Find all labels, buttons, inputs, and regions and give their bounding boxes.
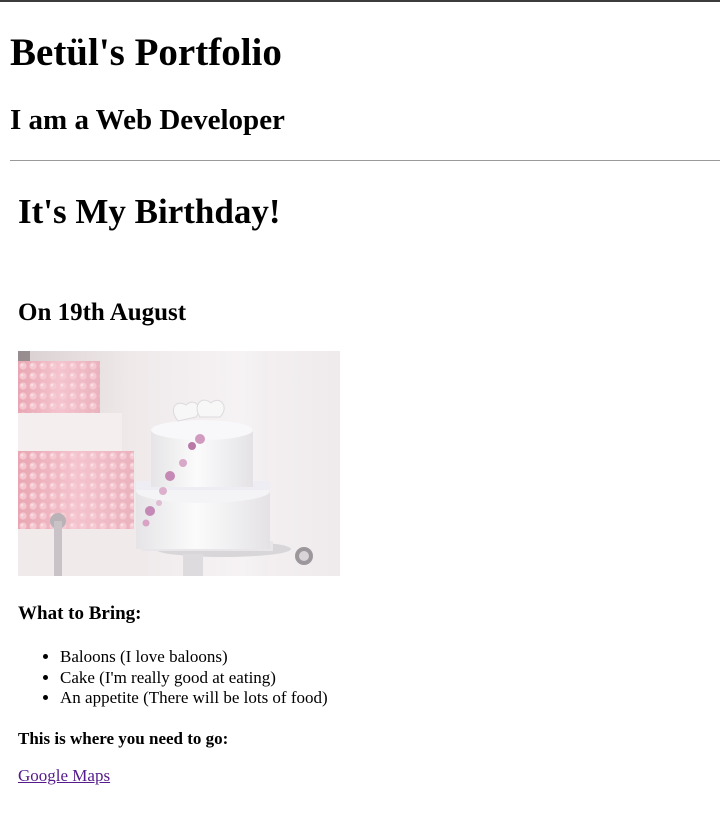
bring-list: Baloons (I love baloons) Cake (I'm reall… <box>18 647 328 709</box>
divider <box>10 160 720 161</box>
list-item: Baloons (I love baloons) <box>60 647 328 668</box>
bring-heading: What to Bring: <box>18 603 142 624</box>
list-item: An appetite (There will be lots of food) <box>60 688 328 709</box>
window-top-border <box>0 0 720 2</box>
list-item: Cake (I'm really good at eating) <box>60 668 328 689</box>
date-heading: On 19th August <box>18 299 187 326</box>
site-title: Betül's Portfolio <box>10 31 282 74</box>
location-heading: This is where you need to go: <box>18 729 229 748</box>
google-maps-link[interactable]: Google Maps <box>18 766 110 786</box>
page-heading: It's My Birthday! <box>18 192 281 231</box>
site-subtitle: I am a Web Developer <box>10 104 285 136</box>
birthday-cake-photo <box>18 351 340 576</box>
